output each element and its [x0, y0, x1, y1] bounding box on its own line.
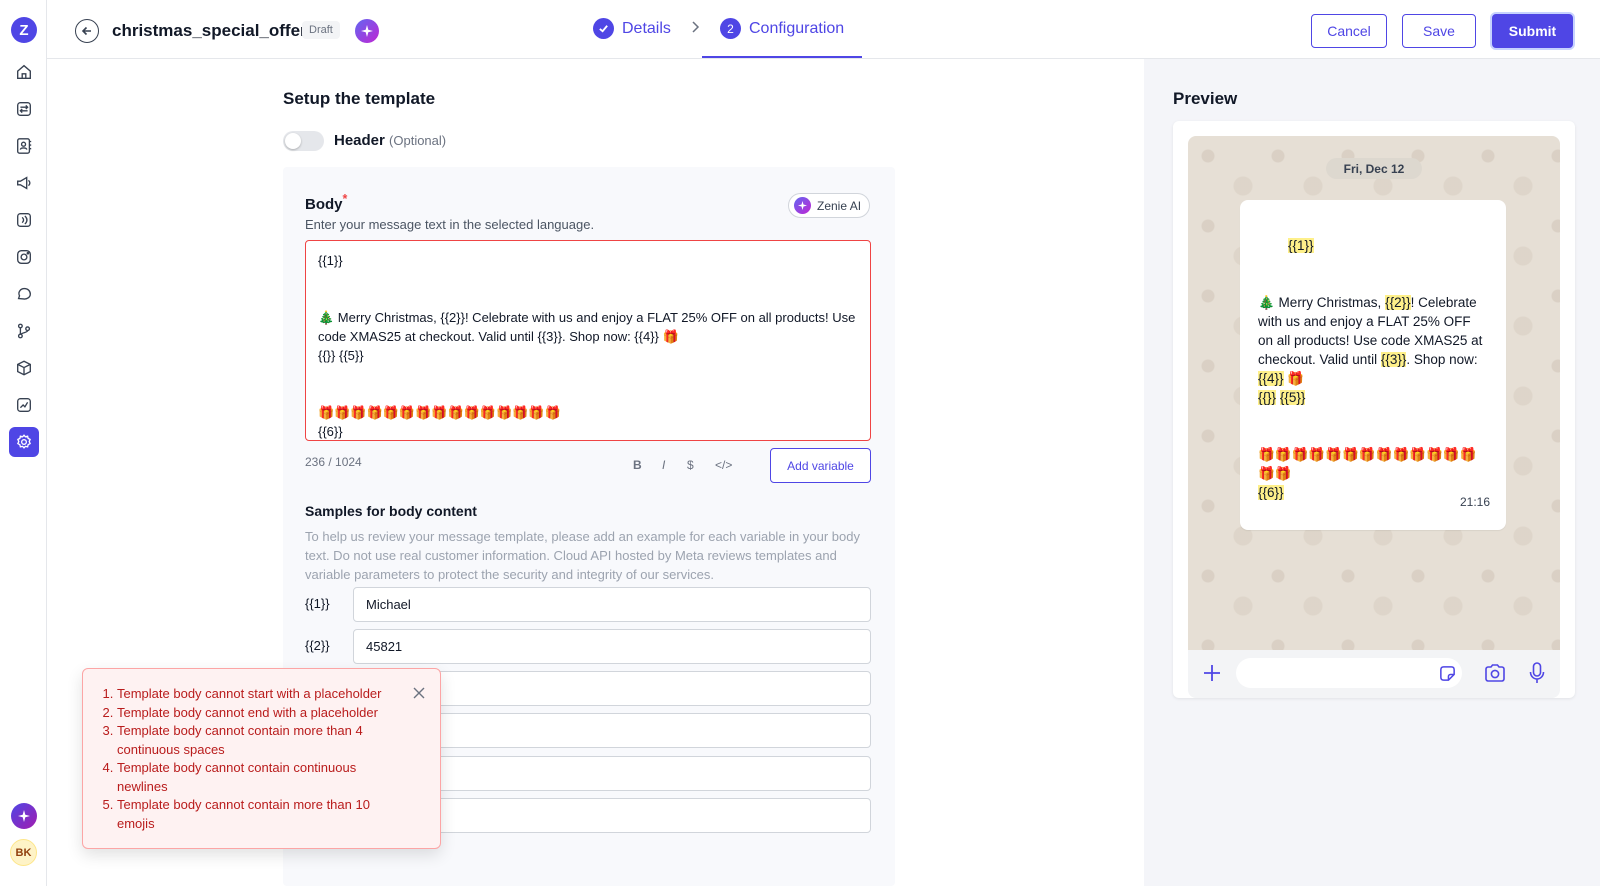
- message-bubble: {{1}} 🎄 Merry Christmas, {{2}}! Celebrat…: [1240, 200, 1506, 530]
- sticker-icon[interactable]: [1438, 664, 1457, 683]
- variable-input[interactable]: 45821: [353, 629, 871, 664]
- microphone-icon[interactable]: [1528, 661, 1546, 685]
- error-list: Template body cannot start with a placeh…: [99, 685, 399, 833]
- preview-panel: Preview Fri, Dec 12 {{1}} 🎄 Merry Christ…: [1144, 59, 1600, 886]
- home-icon[interactable]: [9, 57, 39, 87]
- step-number: 2: [720, 18, 741, 39]
- message-time: 21:16: [1459, 495, 1490, 509]
- submit-button[interactable]: Submit: [1492, 14, 1573, 48]
- instagram-icon[interactable]: [9, 242, 39, 272]
- app-logo[interactable]: Z: [11, 17, 37, 43]
- phone-mockup: Fri, Dec 12 {{1}} 🎄 Merry Christmas, {{2…: [1173, 121, 1575, 698]
- template-name: christmas_special_offer: [112, 21, 307, 40]
- body-label: Body*: [305, 192, 347, 213]
- analytics-icon[interactable]: [9, 390, 39, 420]
- header-label: Header: [334, 132, 385, 149]
- error-item: Template body cannot contain continuous …: [117, 759, 399, 796]
- validation-error-popup: Template body cannot start with a placeh…: [82, 668, 441, 849]
- strikethrough-button[interactable]: $: [687, 458, 694, 472]
- message-fragment: 🎁: [1287, 371, 1305, 386]
- code-button[interactable]: </>: [715, 458, 732, 472]
- error-item: Template body cannot contain more than 4…: [117, 722, 399, 759]
- message-fragment: 🎁🎁🎁🎁🎁🎁🎁🎁🎁🎁🎁🎁🎁🎁🎁: [1258, 447, 1477, 481]
- ai-assistant-icon[interactable]: [11, 803, 37, 829]
- broadcast-icon[interactable]: [9, 205, 39, 235]
- placeholder-highlight: {{4}}: [1258, 371, 1284, 386]
- error-item: Template body cannot contain more than 1…: [117, 796, 399, 833]
- avatar[interactable]: BK: [10, 839, 37, 866]
- chat-background: Fri, Dec 12 {{1}} 🎄 Merry Christmas, {{2…: [1188, 136, 1560, 650]
- status-badge: Draft: [302, 21, 340, 39]
- body-textarea[interactable]: {{1}} 🎄 Merry Christmas, {{2}}! Celebrat…: [305, 240, 871, 441]
- message-text: {{1}} 🎄 Merry Christmas, {{2}}! Celebrat…: [1258, 238, 1486, 500]
- chevron-right-icon: [690, 20, 700, 39]
- header-toggle[interactable]: [283, 131, 324, 151]
- swap-icon[interactable]: [9, 94, 39, 124]
- left-sidebar: Z BK: [0, 0, 47, 886]
- placeholder-highlight: {{5}}: [1279, 390, 1306, 405]
- zenie-ai-label: Zenie AI: [817, 198, 862, 213]
- settings-icon[interactable]: [9, 427, 39, 457]
- error-item: Template body cannot end with a placehol…: [117, 704, 399, 723]
- check-icon: [593, 18, 614, 39]
- placeholder-highlight: {{2}}: [1385, 295, 1411, 310]
- close-icon[interactable]: [413, 687, 425, 699]
- body-label-text: Body: [305, 196, 343, 213]
- message-composer: [1188, 650, 1560, 698]
- back-button[interactable]: [75, 19, 99, 43]
- placeholder-highlight: {{}}: [1258, 390, 1277, 405]
- samples-description: To help us review your message template,…: [305, 529, 860, 582]
- message-fragment: . Shop now:: [1406, 352, 1482, 367]
- bold-button[interactable]: B: [633, 458, 642, 472]
- cancel-button[interactable]: Cancel: [1311, 14, 1387, 48]
- sparkle-icon: [794, 197, 811, 214]
- preview-title: Preview: [1173, 89, 1238, 108]
- contacts-icon[interactable]: [9, 131, 39, 161]
- plus-icon[interactable]: [1201, 662, 1223, 684]
- samples-title: Samples for body content: [305, 503, 477, 519]
- error-item: Template body cannot start with a placeh…: [117, 685, 399, 704]
- campaign-icon[interactable]: [9, 168, 39, 198]
- camera-icon[interactable]: [1484, 663, 1506, 683]
- message-fragment: 🎄 Merry Christmas,: [1258, 295, 1382, 310]
- variable-label: {{1}}: [305, 596, 330, 611]
- add-variable-button[interactable]: Add variable: [770, 448, 871, 483]
- save-button[interactable]: Save: [1402, 14, 1476, 48]
- body-subtitle: Enter your message text in the selected …: [305, 217, 595, 232]
- italic-button[interactable]: I: [662, 458, 665, 472]
- page-title: Setup the template: [283, 89, 436, 108]
- arrow-left-icon: [81, 26, 91, 36]
- message-input[interactable]: [1236, 658, 1462, 688]
- step-configuration-label: Configuration: [749, 19, 845, 37]
- step-details[interactable]: Details: [593, 18, 671, 39]
- char-count: 236 / 1024: [305, 455, 362, 469]
- step-details-label: Details: [622, 19, 671, 37]
- header-optional: (Optional): [389, 133, 447, 148]
- zenie-ai-button[interactable]: Zenie AI: [788, 193, 870, 218]
- placeholder-highlight: {{3}}: [1380, 352, 1407, 367]
- top-bar: christmas_special_offer Draft Details 2 …: [47, 0, 1600, 59]
- required-mark: *: [342, 192, 348, 206]
- chat-icon[interactable]: [9, 279, 39, 309]
- header-toggle-label: Header (Optional): [334, 132, 446, 149]
- variable-input[interactable]: Michael: [353, 587, 871, 622]
- active-step-indicator: [702, 56, 862, 58]
- flow-icon[interactable]: [9, 316, 39, 346]
- step-configuration[interactable]: 2 Configuration: [720, 18, 844, 39]
- date-pill: Fri, Dec 12: [1326, 158, 1422, 179]
- variable-label: {{2}}: [305, 638, 330, 653]
- box-icon[interactable]: [9, 353, 39, 383]
- placeholder-highlight: {{1}}: [1288, 238, 1314, 253]
- ai-sparkle-icon[interactable]: [355, 19, 379, 43]
- placeholder-highlight: {{6}}: [1258, 485, 1284, 500]
